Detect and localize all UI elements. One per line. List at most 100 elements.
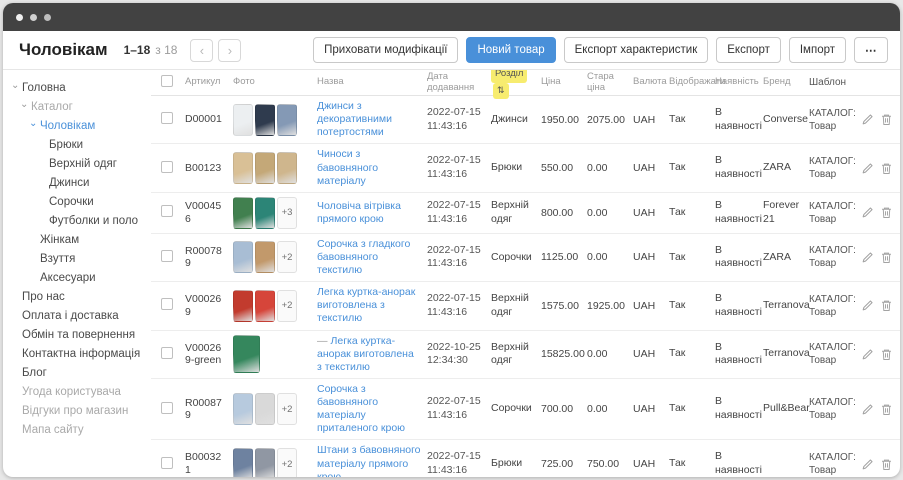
sidebar-item-label: Відгуки про магазин xyxy=(22,405,128,417)
window-dot-maximize[interactable] xyxy=(44,14,51,21)
select-all-checkbox[interactable] xyxy=(161,75,173,87)
column-header-sku[interactable]: Артикул xyxy=(185,77,233,88)
sidebar-item-блог[interactable]: Блог xyxy=(3,363,151,382)
product-brand: ZARA xyxy=(763,251,809,265)
sidebar-item-верхній-одяг[interactable]: Верхній одяг xyxy=(3,154,151,173)
sidebar-item-label: Блог xyxy=(22,367,47,379)
column-header-old-price[interactable]: Стара ціна xyxy=(587,72,633,94)
delete-button[interactable] xyxy=(880,206,893,219)
row-checkbox[interactable] xyxy=(161,112,173,124)
column-header-price[interactable]: Ціна xyxy=(541,77,587,88)
sidebar-item-брюки[interactable]: Брюки xyxy=(3,135,151,154)
delete-button[interactable] xyxy=(880,251,893,264)
sidebar-item-чоловікам[interactable]: ⌄ Чоловікам xyxy=(3,116,151,135)
row-checkbox[interactable] xyxy=(161,457,173,469)
more-photos-badge[interactable]: +3 xyxy=(277,197,297,229)
sidebar-item-оплата-і-доставка[interactable]: Оплата і доставка xyxy=(3,306,151,325)
delete-button[interactable] xyxy=(880,458,893,471)
row-checkbox[interactable] xyxy=(161,250,173,262)
sidebar: ⌄ Головна ⌄ Каталог ⌄ Чоловікам Брюки Ве… xyxy=(3,70,151,477)
more-photos-badge[interactable]: +2 xyxy=(277,448,297,477)
product-availability: В наявності xyxy=(715,244,763,271)
sidebar-item-каталог[interactable]: ⌄ Каталог xyxy=(3,97,151,116)
product-photo xyxy=(255,104,275,136)
edit-button[interactable] xyxy=(861,348,874,361)
product-template: КАТАЛОГ: Товар xyxy=(809,293,859,319)
row-checkbox[interactable] xyxy=(161,161,173,173)
export-button[interactable]: Експорт xyxy=(716,37,781,63)
product-name-link[interactable]: Сорочка з бавовняного матеріалу притален… xyxy=(317,383,405,434)
product-old-price: 1925.00 xyxy=(587,300,633,312)
delete-button[interactable] xyxy=(880,162,893,175)
more-photos-badge[interactable]: +2 xyxy=(277,241,297,273)
edit-button[interactable] xyxy=(861,113,874,126)
product-section: Сорочки xyxy=(491,402,541,416)
sidebar-item-label: Взуття xyxy=(40,253,75,265)
more-photos-badge[interactable]: +2 xyxy=(277,290,297,322)
row-checkbox[interactable] xyxy=(161,347,173,359)
row-checkbox[interactable] xyxy=(161,402,173,414)
sidebar-item-контактна-інформація[interactable]: Контактна інформація xyxy=(3,344,151,363)
product-section: Верхній одяг xyxy=(491,341,541,368)
product-currency: UAH xyxy=(633,300,669,312)
edit-button[interactable] xyxy=(861,403,874,416)
edit-button[interactable] xyxy=(861,458,874,471)
import-button[interactable]: Імпорт xyxy=(789,37,846,63)
product-name-link[interactable]: Штани з бавовняного матеріалу прямого кр… xyxy=(317,444,421,477)
sidebar-item-жінкам[interactable]: Жінкам xyxy=(3,230,151,249)
product-sku: R000789 xyxy=(185,245,233,270)
sidebar-item-label: Верхній одяг xyxy=(49,158,117,170)
more-actions-button[interactable]: ⋯ xyxy=(854,37,888,63)
product-name-link[interactable]: Чоловіча вітрівка прямого крою xyxy=(317,200,401,225)
column-header-display[interactable]: Відображати xyxy=(669,76,715,88)
window-dot-close[interactable] xyxy=(16,14,23,21)
column-header-name[interactable]: Назва xyxy=(317,77,427,88)
column-header-date-added[interactable]: Дата додавання xyxy=(427,72,491,94)
product-availability: В наявності xyxy=(715,292,763,319)
product-name-link[interactable]: Легка куртка-анорак виготовлена з тексти… xyxy=(317,335,414,373)
column-header-section[interactable]: Розділ⇅ xyxy=(491,70,541,99)
sidebar-item-мапа-сайту[interactable]: Мапа сайту xyxy=(3,420,151,439)
delete-button[interactable] xyxy=(880,113,893,126)
more-photos-badge[interactable]: +2 xyxy=(277,393,297,425)
product-photos xyxy=(233,152,311,184)
delete-button[interactable] xyxy=(880,348,893,361)
window-dot-minimize[interactable] xyxy=(30,14,37,21)
export-characteristics-button[interactable]: Експорт характеристик xyxy=(564,37,709,63)
new-product-button[interactable]: Новий товар xyxy=(466,37,555,63)
row-checkbox[interactable] xyxy=(161,298,173,310)
section-header-label[interactable]: Розділ xyxy=(491,70,527,83)
product-name-link[interactable]: Джинси з декоративними потертостями xyxy=(317,100,392,138)
next-page-button[interactable]: › xyxy=(218,39,241,62)
sidebar-item-сорочки[interactable]: Сорочки xyxy=(3,192,151,211)
product-sku: B000321 xyxy=(185,451,233,476)
sidebar-item-джинси[interactable]: Джинси xyxy=(3,173,151,192)
edit-button[interactable] xyxy=(861,251,874,264)
column-header-brand[interactable]: Бренд xyxy=(763,76,809,88)
edit-button[interactable] xyxy=(861,299,874,312)
sort-icon[interactable]: ⇅ xyxy=(493,83,509,99)
sidebar-item-взуття[interactable]: Взуття xyxy=(3,249,151,268)
sidebar-item-про-нас[interactable]: Про нас xyxy=(3,287,151,306)
sidebar-item-футболки-и-поло[interactable]: Футболки и поло xyxy=(3,211,151,230)
edit-button[interactable] xyxy=(861,162,874,175)
column-header-template[interactable]: Шаблон xyxy=(809,76,859,89)
product-name-link[interactable]: Чиноси з бавовняного матеріалу xyxy=(317,148,378,186)
row-checkbox[interactable] xyxy=(161,205,173,217)
sidebar-item-відгуки-про-магазин[interactable]: Відгуки про магазин xyxy=(3,401,151,420)
edit-button[interactable] xyxy=(861,206,874,219)
product-name-link[interactable]: Легка куртка-анорак виготовлена з тексти… xyxy=(317,286,415,324)
sidebar-item-головна[interactable]: ⌄ Головна xyxy=(3,78,151,97)
product-old-price: 2075.00 xyxy=(587,114,633,126)
delete-button[interactable] xyxy=(880,299,893,312)
hide-modifications-button[interactable]: Приховати модифікації xyxy=(313,37,458,63)
column-header-currency[interactable]: Валюта xyxy=(633,77,669,88)
column-header-availability[interactable]: Наявність xyxy=(715,76,763,88)
prev-page-button[interactable]: ‹ xyxy=(190,39,213,62)
sidebar-item-обмін-та-повернення[interactable]: Обмін та повернення xyxy=(3,325,151,344)
delete-button[interactable] xyxy=(880,403,893,416)
sidebar-item-аксесуари[interactable]: Аксесуари xyxy=(3,268,151,287)
product-name-link[interactable]: Сорочка з гладкого бавовняного текстилю xyxy=(317,238,410,276)
sidebar-item-label: Оплата і доставка xyxy=(22,310,119,322)
sidebar-item-угода-користувача[interactable]: Угода користувача xyxy=(3,382,151,401)
